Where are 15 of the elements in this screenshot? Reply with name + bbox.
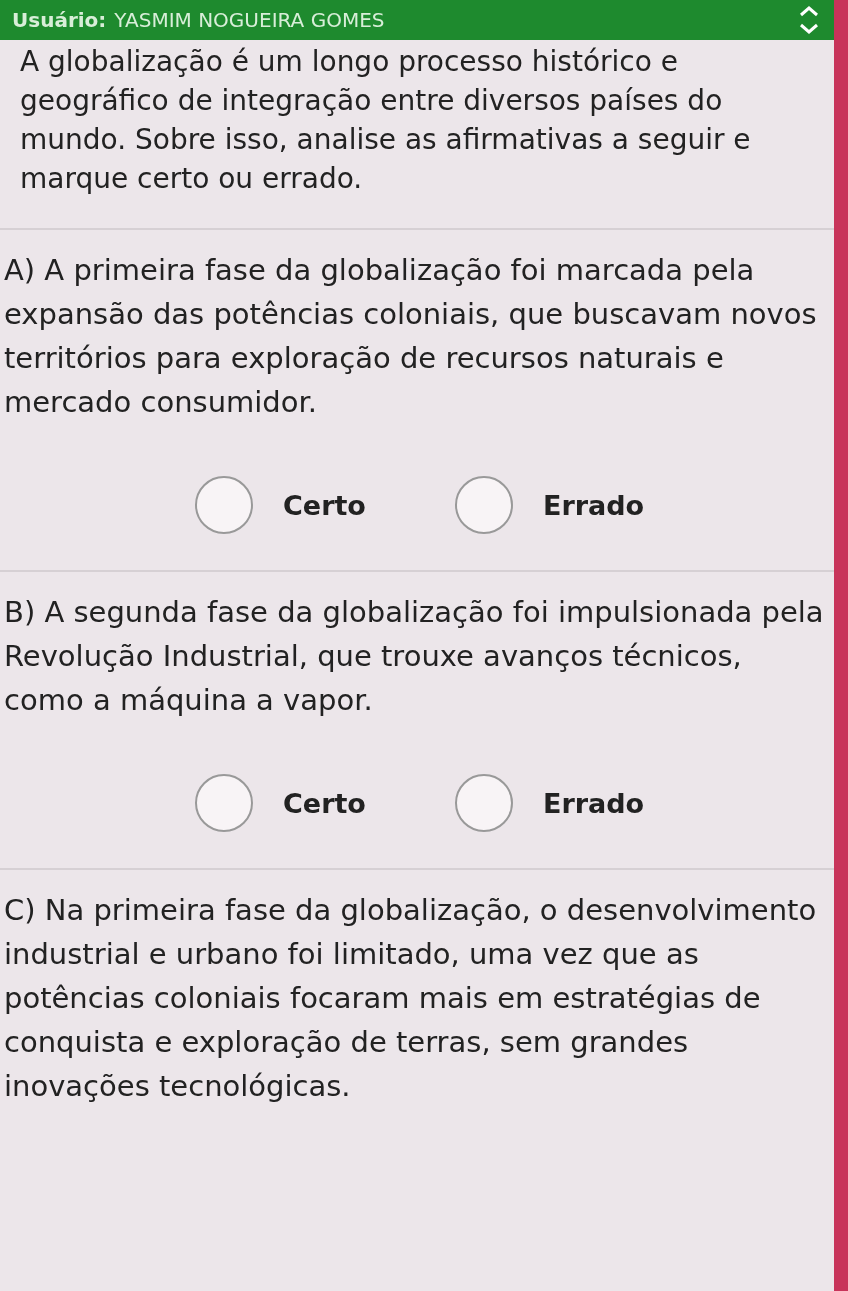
radio-button[interactable]	[195, 774, 253, 832]
option-label[interactable]: Errado	[543, 787, 645, 819]
radio-button[interactable]	[195, 476, 253, 534]
option-label[interactable]: Errado	[543, 489, 645, 521]
statement-text: A) A primeira fase da globalização foi marcada pela expansão das potências coloniais, que buscavam novos territórios para exploração de recursos naturais e mercado consumidor.	[4, 252, 818, 421]
question-intro: A globalização é um longo processo histórico e geográfico de integração entre diversos países do mundo. Sobre isso, analise as afirmativas a seguir e marque certo ou errado.	[20, 44, 752, 197]
statement-text: B) A segunda fase da globalização foi impulsionada pela Revolução Industrial, que trouxe avanços técnicos, como a máquina a vapor.	[4, 594, 824, 719]
statement-text: C) Na primeira fase da globalização, o desenvolvimento industrial e urbano foi limitado, uma vez que as potências coloniais focaram mais em estratégias de conquista e exploração de terras, sem grandes inovações tecnológicas.	[4, 892, 818, 1105]
expand-collapse-icon[interactable]	[798, 5, 820, 35]
option-label[interactable]: Certo	[283, 489, 366, 521]
radio-button[interactable]	[455, 476, 513, 534]
radio-button[interactable]	[455, 774, 513, 832]
user-label: Usuário:	[12, 8, 107, 32]
user-name: YASMIM NOGUEIRA GOMES	[114, 8, 386, 32]
option-label[interactable]: Certo	[283, 787, 366, 819]
